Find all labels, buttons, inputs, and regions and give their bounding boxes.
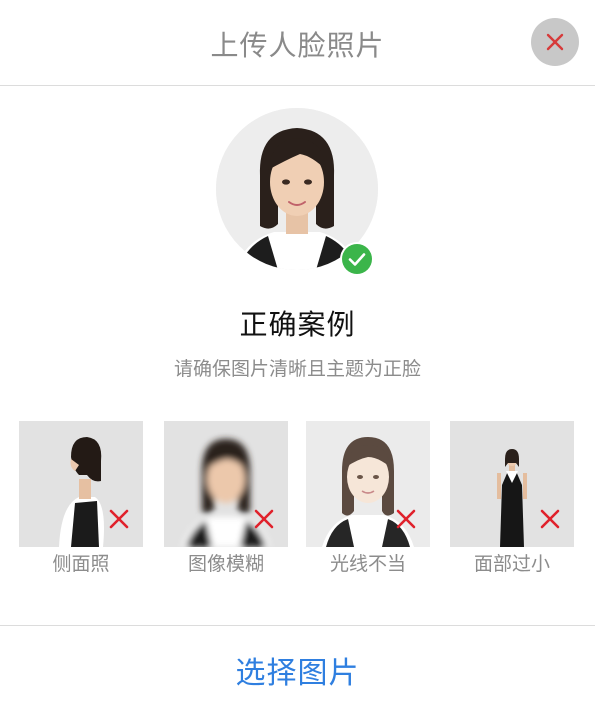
check-icon <box>348 253 366 266</box>
wrong-example-blurry: 图像模糊 <box>164 421 288 575</box>
wrong-example-photo <box>450 421 574 547</box>
wrong-example-photo <box>164 421 288 547</box>
page-title: 上传人脸照片 <box>210 29 385 62</box>
error-x-icon <box>540 509 560 529</box>
wrong-example-label: 图像模糊 <box>187 553 264 575</box>
wrong-example-label: 侧面照 <box>52 553 110 575</box>
close-button[interactable] <box>531 18 579 66</box>
close-icon <box>546 33 564 51</box>
error-x-icon <box>254 509 274 529</box>
correct-example <box>216 108 378 274</box>
correct-example-title: 正确案例 <box>239 308 356 341</box>
select-image-button[interactable]: 选择图片 <box>0 648 595 692</box>
wrong-example-photo <box>19 421 143 547</box>
wrong-example-photo <box>306 421 430 547</box>
wrong-example-lighting: 光线不当 <box>306 421 430 575</box>
wrong-example-face-too-small: 面部过小 <box>450 421 574 575</box>
wrong-example-side-view: 侧面照 <box>19 421 143 575</box>
wrong-examples: 侧面照 图像模糊 光线不当 面部过小 <box>0 421 595 581</box>
correct-example-subtitle: 请确保图片清晰且主题为正脸 <box>173 358 421 380</box>
wrong-example-label: 面部过小 <box>473 553 550 575</box>
error-x-icon <box>109 509 129 529</box>
check-badge <box>342 244 372 274</box>
header: 上传人脸照片 <box>0 0 595 86</box>
footer: 选择图片 <box>0 625 595 712</box>
wrong-example-label: 光线不当 <box>329 553 406 575</box>
error-x-icon <box>396 509 416 529</box>
